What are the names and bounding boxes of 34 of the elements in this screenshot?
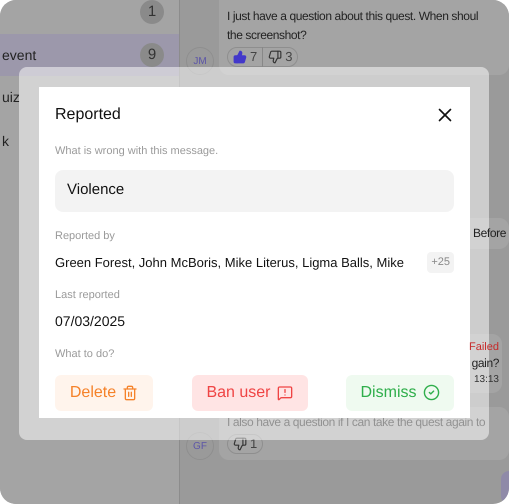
message-text: Before [473, 225, 506, 242]
message-time: 13:13 [474, 373, 499, 387]
reactions-pill[interactable]: 1 [227, 434, 264, 454]
reaction-count: 7 [250, 48, 258, 66]
message-text: gain? [472, 355, 499, 372]
dismiss-button[interactable]: Dismiss [346, 374, 454, 410]
more-count-chip: +25 [427, 252, 454, 272]
reason-field[interactable]: Violence [55, 170, 454, 212]
date-text: 07/03/2025 [55, 312, 126, 331]
field-label: Reported by [55, 228, 116, 244]
check-circle-icon [422, 384, 440, 401]
item-label: k [2, 132, 9, 150]
sidebar-item[interactable]: 1 [0, 0, 179, 24]
avatar: JM [186, 47, 214, 75]
speech-bubble-warning-icon [276, 384, 293, 400]
status-label: Failed [469, 340, 499, 354]
trash-icon [122, 384, 138, 400]
reaction-count: 3 [285, 48, 292, 66]
message-text: the screenshot? [227, 27, 306, 44]
reactions-pill[interactable]: 7 3 [227, 47, 298, 67]
field-label: What is wrong with this message. [55, 144, 220, 159]
reporters-text: Green Forest, John McBoris, Mike Literus, Ligma Balls, Mike [55, 254, 404, 272]
count-badge: 1 [140, 0, 164, 24]
count-badge: 9 [140, 43, 164, 67]
message-text: I just have a question about this quest. When shoul [227, 8, 478, 25]
avatar: GF [186, 432, 214, 460]
ban-button[interactable]: Ban user [192, 374, 308, 410]
delete-button[interactable]: Delete [55, 374, 153, 410]
reaction-count: 1 [250, 435, 258, 454]
item-label: event [2, 46, 36, 64]
field-label: What to do? [55, 347, 116, 362]
dialog-title: Reported [55, 105, 121, 125]
sidebar-item[interactable]: event 9 [0, 34, 179, 76]
field-label: Last reported [55, 288, 121, 302]
